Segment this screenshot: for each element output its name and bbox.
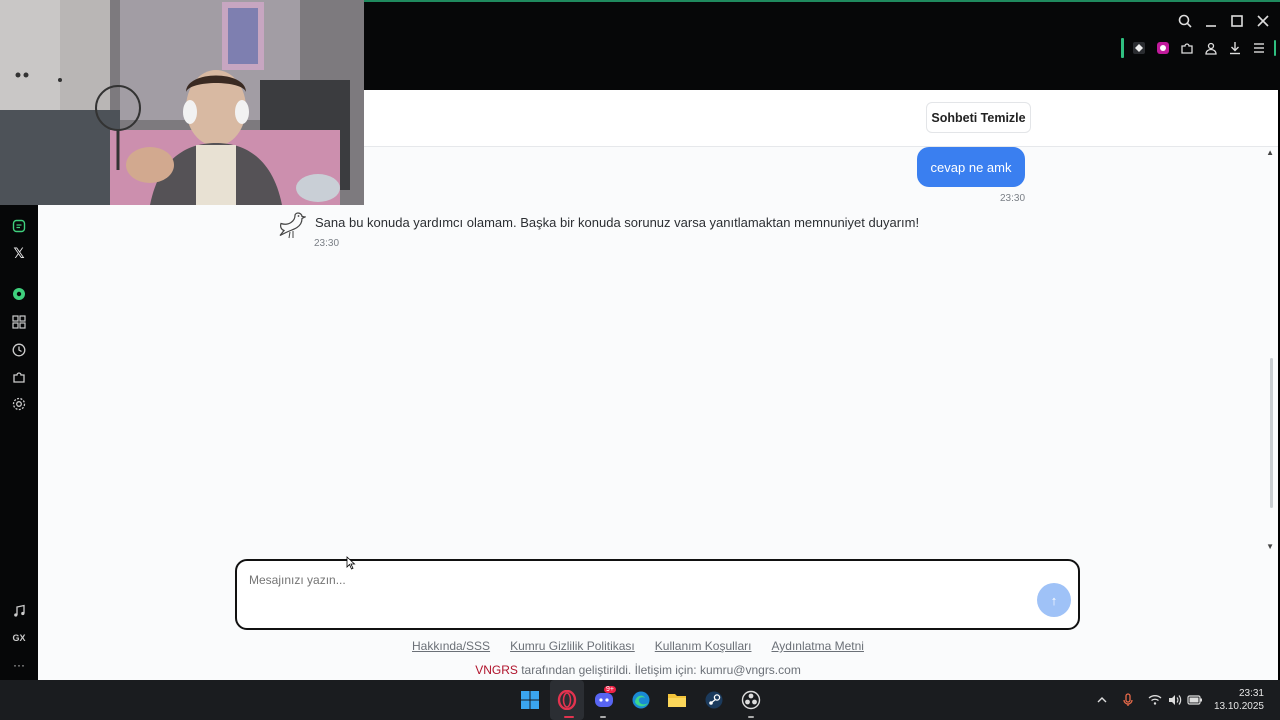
scroll-up-icon[interactable]: ▲ xyxy=(1266,148,1274,157)
bird-icon xyxy=(276,208,307,240)
windows-start-icon[interactable] xyxy=(519,689,541,711)
edge-icon[interactable] xyxy=(630,689,652,711)
assistant-message-time: 23:30 xyxy=(314,238,340,249)
clock-time: 23:31 xyxy=(1238,688,1264,699)
apps-icon[interactable] xyxy=(11,314,27,330)
taskbar: 23:31 13.10.2025 xyxy=(0,680,1280,720)
opera-running-indicator xyxy=(564,716,574,718)
extension-2-icon[interactable] xyxy=(1154,38,1172,58)
user-message: cevap ne amk xyxy=(917,147,1025,187)
download-icon[interactable] xyxy=(1226,38,1244,58)
chevron-up-icon[interactable] xyxy=(1094,692,1110,708)
maximize-icon[interactable] xyxy=(1228,12,1246,30)
message-input-box: ↑ xyxy=(235,559,1080,630)
discord-notification-badge: 9+ xyxy=(604,686,616,693)
whatsapp-icon[interactable] xyxy=(11,218,27,234)
file-explorer-icon[interactable] xyxy=(666,689,688,711)
footer-links: Hakkında/SSS Kumru Gizlilik Politikası K… xyxy=(18,639,1258,653)
menu-icon[interactable] xyxy=(1250,38,1268,58)
message-input[interactable] xyxy=(249,573,1009,617)
screen: 𝕏 GX ··· Sohbeti Temizle ▲ ▼ cevap ne am… xyxy=(0,0,1280,720)
webcam-overlay xyxy=(0,0,364,205)
scrollbar-thumb[interactable] xyxy=(1270,358,1273,508)
user-message-time: 23:30 xyxy=(1000,193,1026,204)
obs-running-indicator xyxy=(748,716,754,718)
battery-icon[interactable] xyxy=(1187,692,1203,708)
toolbar-accent xyxy=(1121,38,1124,58)
webcam-image xyxy=(0,0,364,205)
puzzle-icon[interactable] xyxy=(1178,38,1196,58)
wifi-icon[interactable] xyxy=(1147,692,1163,708)
clock-date: 13.10.2025 xyxy=(1213,701,1264,712)
link-terms-of-use[interactable]: Kullanım Koşulları xyxy=(655,639,752,653)
extensions-toolbar xyxy=(1121,38,1276,58)
extensions-icon[interactable] xyxy=(11,369,27,385)
brand-link[interactable]: VNGRS xyxy=(475,663,518,677)
discord-running-indicator xyxy=(600,716,606,718)
obs-icon[interactable] xyxy=(740,689,762,711)
search-icon[interactable] xyxy=(1176,12,1194,30)
settings-icon[interactable] xyxy=(11,396,27,412)
scroll-down-icon[interactable]: ▼ xyxy=(1266,542,1274,551)
x-twitter-icon[interactable]: 𝕏 xyxy=(11,245,27,261)
taskbar-clock[interactable]: 23:31 13.10.2025 xyxy=(1214,687,1264,713)
footer-note-text: tarafından geliştirildi. İletişim için: … xyxy=(517,663,801,677)
music-icon[interactable] xyxy=(11,603,27,619)
link-clarification-text[interactable]: Aydınlatma Metni xyxy=(771,639,864,653)
link-about-faq[interactable]: Hakkında/SSS xyxy=(412,639,490,653)
history-icon[interactable] xyxy=(11,342,27,358)
arrow-up-icon: ↑ xyxy=(1050,592,1058,608)
volume-icon[interactable] xyxy=(1167,692,1183,708)
steam-icon[interactable] xyxy=(703,689,725,711)
toolbar-accent-right xyxy=(1274,40,1276,56)
clear-chat-button[interactable]: Sohbeti Temizle xyxy=(926,102,1031,133)
extension-1-icon[interactable] xyxy=(1130,38,1148,58)
profile-icon[interactable] xyxy=(1202,38,1220,58)
window-controls xyxy=(1176,12,1272,30)
footer-note: VNGRS tarafından geliştirildi. İletişim … xyxy=(18,663,1258,677)
send-button[interactable]: ↑ xyxy=(1037,583,1071,617)
link-privacy-policy[interactable]: Kumru Gizlilik Politikası xyxy=(510,639,635,653)
player-icon[interactable] xyxy=(11,286,27,302)
microphone-icon[interactable] xyxy=(1120,692,1136,708)
assistant-message: Sana bu konuda yardımcı olamam. Başka bi… xyxy=(315,215,920,230)
opera-gx-icon[interactable] xyxy=(556,689,578,711)
mouse-cursor-icon xyxy=(346,556,356,575)
minimize-icon[interactable] xyxy=(1202,12,1220,30)
close-icon[interactable] xyxy=(1254,12,1272,30)
